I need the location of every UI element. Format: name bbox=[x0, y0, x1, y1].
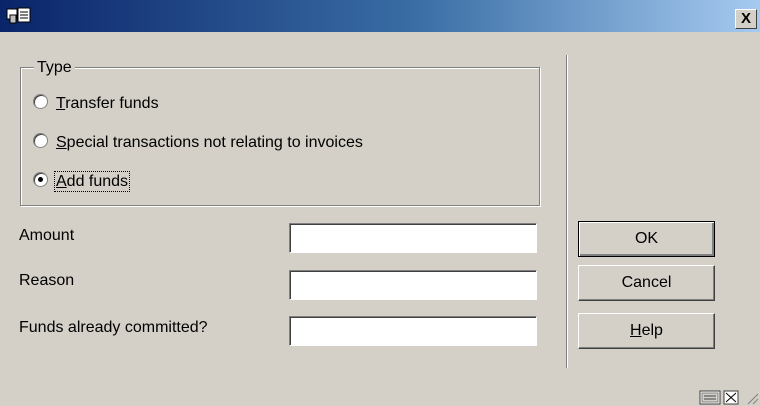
radio-button[interactable] bbox=[33, 94, 48, 110]
vertical-separator bbox=[566, 55, 568, 368]
amount-input[interactable] bbox=[289, 223, 537, 253]
title-bar: X bbox=[0, 0, 760, 32]
keyboard-icon bbox=[699, 390, 721, 405]
radio-button[interactable] bbox=[33, 133, 48, 149]
close-button[interactable]: X bbox=[735, 9, 757, 29]
status-icons bbox=[699, 390, 759, 405]
resize-grip-icon bbox=[723, 390, 759, 405]
radio-add-funds[interactable]: Add funds bbox=[33, 170, 131, 194]
radio-button-checked[interactable] bbox=[33, 172, 48, 188]
radio-special-transactions-label: pecial transactions not relating to invo… bbox=[66, 134, 363, 151]
reason-input[interactable] bbox=[289, 270, 537, 300]
radio-add-funds-label: dd funds bbox=[66, 173, 129, 190]
help-button[interactable]: Help bbox=[578, 313, 715, 349]
funds-committed-label: Funds already committed? bbox=[19, 319, 208, 336]
ok-button[interactable]: OK bbox=[578, 221, 715, 257]
radio-transfer-funds[interactable]: Transfer funds bbox=[33, 92, 159, 116]
cancel-button[interactable]: Cancel bbox=[578, 265, 715, 301]
type-legend: Type bbox=[34, 58, 75, 78]
radio-special-transactions[interactable]: Special transactions not relating to inv… bbox=[33, 131, 363, 155]
close-icon: X bbox=[740, 10, 751, 27]
radio-transfer-funds-label: ransfer funds bbox=[65, 95, 159, 112]
amount-label: Amount bbox=[19, 227, 75, 244]
library-app-icon bbox=[6, 7, 31, 24]
reason-label: Reason bbox=[19, 272, 75, 289]
funds-committed-input[interactable] bbox=[289, 316, 537, 346]
